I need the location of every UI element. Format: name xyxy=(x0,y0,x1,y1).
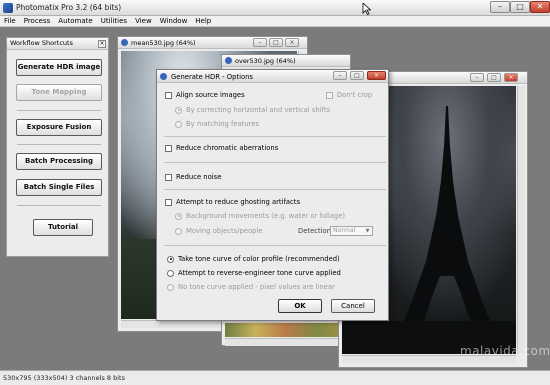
panel-close-icon[interactable]: × xyxy=(98,40,106,48)
menu-file[interactable]: File xyxy=(0,16,20,27)
radio-icon[interactable] xyxy=(167,283,174,291)
radio-icon[interactable] xyxy=(167,255,174,263)
close-icon[interactable]: ✕ xyxy=(530,1,550,13)
detection-value: Normal xyxy=(333,227,356,234)
menu-automate[interactable]: Automate xyxy=(54,16,96,27)
no-tone-curve-radio[interactable]: No tone curve applied - pixel values are… xyxy=(167,283,335,291)
window-title-bar: over530.jpg (64%) xyxy=(222,55,350,67)
minimize-icon[interactable]: – xyxy=(253,38,267,47)
panel-title: Workflow Shortcuts xyxy=(7,38,108,50)
radio-icon[interactable] xyxy=(175,120,182,128)
radio-icon[interactable] xyxy=(175,106,182,114)
vertical-scrollbar[interactable] xyxy=(517,86,525,354)
generate-hdr-button[interactable]: Generate HDR image xyxy=(16,59,102,76)
close-icon[interactable]: × xyxy=(367,71,386,80)
batch-processing-button[interactable]: Batch Processing xyxy=(16,153,102,170)
menu-window[interactable]: Window xyxy=(156,16,192,27)
close-icon[interactable]: × xyxy=(285,38,299,47)
reverse-tone-curve-radio[interactable]: Attempt to reverse-engineer tone curve a… xyxy=(167,269,341,277)
cancel-button[interactable]: Cancel xyxy=(331,299,375,313)
align-shifts-label: By correcting horizontal and vertical sh… xyxy=(186,106,331,114)
dialog-title-bar: Generate HDR - Options – □ × xyxy=(157,70,388,83)
chromatic-checkbox[interactable]: Reduce chromatic aberrations xyxy=(165,144,278,152)
maximize-icon[interactable]: □ xyxy=(350,71,364,80)
background-movements-radio[interactable]: Background movements (e.g. water or foli… xyxy=(175,212,345,220)
chevron-down-icon[interactable]: ▼ xyxy=(364,228,371,234)
align-shifts-radio[interactable]: By correcting horizontal and vertical sh… xyxy=(175,106,330,114)
hdr-photo-over xyxy=(225,323,347,337)
checkbox-icon[interactable] xyxy=(165,173,172,181)
menu-bar: File Process Automate Utilities View Window He… xyxy=(0,16,550,27)
align-checkbox[interactable]: Align source images xyxy=(165,91,245,99)
divider xyxy=(164,189,386,190)
photomatix-icon xyxy=(225,57,232,64)
radio-icon[interactable] xyxy=(175,212,182,220)
photomatix-icon xyxy=(160,73,167,80)
window-title: over530.jpg (64%) xyxy=(235,57,296,65)
moving-objects-radio[interactable]: Moving objects/people xyxy=(175,227,263,235)
align-features-radio[interactable]: By matching features xyxy=(175,120,259,128)
menu-utilities[interactable]: Utilities xyxy=(97,16,131,27)
noise-label: Reduce noise xyxy=(176,173,222,181)
checkbox-icon[interactable] xyxy=(326,91,333,99)
no-tone-curve-label: No tone curve applied - pixel values are… xyxy=(178,283,335,291)
reverse-tone-curve-label: Attempt to reverse-engineer tone curve a… xyxy=(178,269,341,277)
chromatic-label: Reduce chromatic aberrations xyxy=(176,144,279,152)
menu-process[interactable]: Process xyxy=(20,16,55,27)
ghosting-label: Attempt to reduce ghosting artifacts xyxy=(176,198,300,206)
photomatix-app-icon xyxy=(3,3,13,13)
take-tone-curve-label: Take tone curve of color profile (recomm… xyxy=(178,255,340,263)
batch-single-files-button[interactable]: Batch Single Files xyxy=(16,179,102,196)
status-bar: 530x795 (333x504) 3 channels 8 bits xyxy=(0,370,550,385)
maximize-icon[interactable]: □ xyxy=(487,73,501,82)
divider xyxy=(17,110,101,111)
noise-checkbox[interactable]: Reduce noise xyxy=(165,173,221,181)
dont-crop-checkbox[interactable]: Don't crop xyxy=(326,91,372,99)
exposure-fusion-button[interactable]: Exposure Fusion xyxy=(16,119,102,136)
divider xyxy=(17,205,101,206)
divider xyxy=(164,136,386,137)
minimize-icon[interactable]: – xyxy=(333,71,347,80)
detection-label: Detection: xyxy=(298,227,334,235)
close-icon[interactable]: × xyxy=(504,73,518,82)
mouse-pointer-icon xyxy=(362,3,371,15)
window-title-bar: mean530.jpg (64%) – □ × xyxy=(118,37,307,49)
app-title-bar: Photomatix Pro 3.2 (64 bits) – □ ✕ xyxy=(0,0,550,16)
divider xyxy=(17,144,101,145)
photomatix-icon xyxy=(121,39,128,46)
detection-select[interactable]: Normal ▼ xyxy=(330,226,373,236)
background-movements-label: Background movements (e.g. water or foli… xyxy=(186,212,346,220)
workflow-shortcuts-panel: Workflow Shortcuts × Generate HDR image … xyxy=(6,37,109,257)
checkbox-icon[interactable] xyxy=(165,144,172,152)
align-label: Align source images xyxy=(176,91,245,99)
minimize-icon[interactable]: – xyxy=(470,73,484,82)
maximize-icon[interactable]: □ xyxy=(510,1,530,13)
window-title: mean530.jpg (64%) xyxy=(131,39,196,47)
divider xyxy=(164,245,386,246)
ok-button[interactable]: OK xyxy=(278,299,322,313)
maximize-icon[interactable]: □ xyxy=(269,38,283,47)
menu-help[interactable]: Help xyxy=(191,16,215,27)
minimize-icon[interactable]: – xyxy=(490,1,510,13)
ghosting-checkbox[interactable]: Attempt to reduce ghosting artifacts xyxy=(165,198,300,206)
dialog-title: Generate HDR - Options xyxy=(171,73,253,81)
menu-view[interactable]: View xyxy=(131,16,156,27)
moving-objects-label: Moving objects/people xyxy=(186,227,263,235)
app-title: Photomatix Pro 3.2 (64 bits) xyxy=(16,3,122,12)
horizontal-scrollbar[interactable] xyxy=(225,338,347,346)
take-tone-curve-radio[interactable]: Take tone curve of color profile (recomm… xyxy=(167,255,340,263)
dont-crop-label: Don't crop xyxy=(337,91,373,99)
tone-mapping-button[interactable]: Tone Mapping xyxy=(16,84,102,101)
tutorial-button[interactable]: Tutorial xyxy=(33,219,93,236)
checkbox-icon[interactable] xyxy=(165,91,172,99)
watermark: malavida.com xyxy=(460,344,550,358)
radio-icon[interactable] xyxy=(167,269,174,277)
align-features-label: By matching features xyxy=(186,120,260,128)
checkbox-icon[interactable] xyxy=(165,198,172,206)
radio-icon[interactable] xyxy=(175,227,182,235)
divider xyxy=(164,162,386,163)
